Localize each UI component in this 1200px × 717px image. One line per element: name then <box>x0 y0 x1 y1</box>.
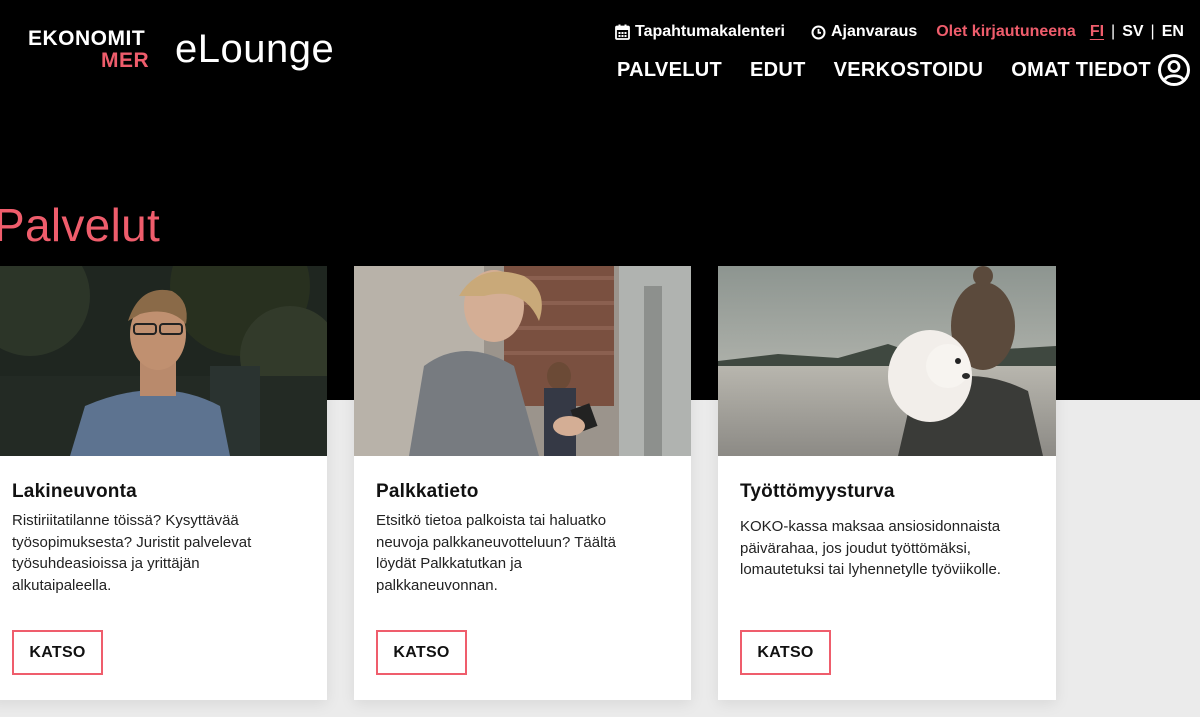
card-image-person-with-dog <box>718 266 1056 456</box>
katso-button[interactable]: KATSO <box>740 630 831 675</box>
lang-separator: | <box>1150 23 1155 40</box>
logo-line-2: MER <box>101 49 150 72</box>
service-card-palkkatieto: Palkkatieto Etsitkö tietoa palkoista tai… <box>354 266 691 700</box>
nav-edut[interactable]: EDUT <box>750 59 806 82</box>
clock-icon <box>811 25 826 40</box>
utility-bar: Tapahtumakalenteri Ajanvaraus Olet kirja… <box>615 21 1184 43</box>
nav-omat-tiedot[interactable]: OMAT TIEDOT <box>1011 59 1151 82</box>
nav-palvelut[interactable]: PALVELUT <box>617 59 722 82</box>
card-title: Työttömyysturva <box>740 481 895 502</box>
calendar-link[interactable]: Tapahtumakalenteri <box>615 23 785 41</box>
logo-line-1: EKONOMIT <box>28 27 146 50</box>
main-navigation: PALVELUT EDUT VERKOSTOIDU OMAT TIEDOT <box>617 59 1180 82</box>
card-image-man-with-glasses <box>0 266 327 456</box>
booking-label: Ajanvaraus <box>830 23 918 40</box>
card-image-woman-with-phone <box>354 266 691 456</box>
card-description: Ristiriitatilanne töissä? Kysyttävää työ… <box>12 512 252 594</box>
card-title: Lakineuvonta <box>12 481 137 502</box>
service-card-tyottomyysturva: Työttömyysturva KOKO-kassa maksaa ansios… <box>718 266 1056 700</box>
katso-button[interactable]: KATSO <box>376 630 467 675</box>
lang-separator: | <box>1111 23 1116 40</box>
lang-en[interactable]: EN <box>1162 23 1184 41</box>
nav-verkostoidu[interactable]: VERKOSTOIDU <box>834 59 984 82</box>
ekonomit-logo[interactable]: EKONOMIT MER <box>28 28 149 71</box>
service-card-lakineuvonta: Lakineuvonta Ristiriitatilanne töissä? K… <box>0 266 327 700</box>
card-description: KOKO-kassa maksaa ansiosidonnaista päivä… <box>740 518 1001 578</box>
card-description: Etsitkö tietoa palkoista tai haluatko ne… <box>376 512 616 594</box>
lang-sv[interactable]: SV <box>1122 23 1143 41</box>
site-name: eLounge <box>175 27 335 71</box>
katso-button[interactable]: KATSO <box>12 630 103 675</box>
user-account-icon[interactable] <box>1157 53 1191 87</box>
calendar-label: Tapahtumakalenteri <box>635 23 785 40</box>
calendar-icon <box>615 24 630 40</box>
login-status[interactable]: Olet kirjautuneena <box>936 23 1076 41</box>
lang-fi[interactable]: FI <box>1090 23 1104 41</box>
page-title: Palvelut <box>0 199 161 251</box>
booking-link[interactable]: Ajanvaraus <box>811 23 917 41</box>
card-title: Palkkatieto <box>376 481 479 502</box>
